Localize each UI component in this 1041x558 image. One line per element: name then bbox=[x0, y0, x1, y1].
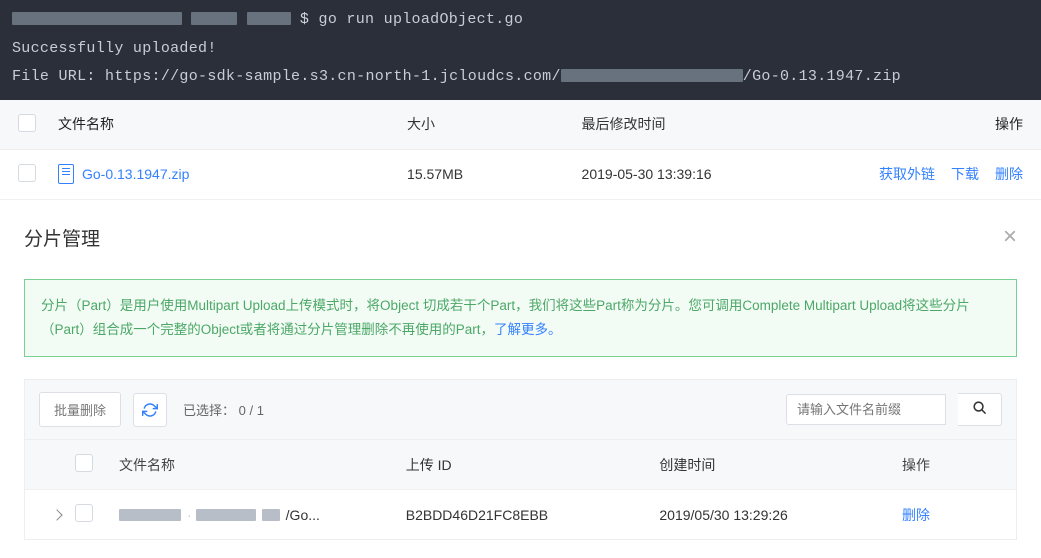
parts-col-act: 操作 bbox=[902, 455, 1002, 475]
file-row: Go-0.13.1947.zip 15.57MB 2019-05-30 13:3… bbox=[0, 150, 1041, 200]
parts-delete-link[interactable]: 删除 bbox=[902, 507, 930, 523]
close-icon[interactable]: × bbox=[1003, 225, 1017, 249]
file-table-header: 文件名称 大小 最后修改时间 操作 bbox=[0, 100, 1041, 150]
search-input[interactable] bbox=[786, 394, 946, 425]
parts-col-name: 文件名称 bbox=[119, 455, 406, 475]
multipart-panel: 分片管理 × 分片（Part）是用户使用Multipart Upload上传模式… bbox=[0, 200, 1041, 553]
parts-create-time: 2019/05/30 13:29:26 bbox=[659, 507, 902, 523]
action-delete[interactable]: 删除 bbox=[995, 164, 1023, 184]
parts-toolbar: 批量删除 已选择： 0 / 1 bbox=[25, 380, 1016, 439]
parts-section: 批量删除 已选择： 0 / 1 文件名称 上传 ID 创建时间 操作 bbox=[24, 379, 1017, 540]
parts-row: ·/Go... B2BDD46D21FC8EBB 2019/05/30 13:2… bbox=[25, 489, 1016, 539]
terminal-line-1: Successfully uploaded! bbox=[12, 35, 1029, 64]
file-icon bbox=[58, 164, 74, 184]
action-get-link[interactable]: 获取外链 bbox=[879, 164, 935, 184]
expand-chevron-icon[interactable] bbox=[51, 509, 62, 520]
file-size: 15.57MB bbox=[407, 166, 582, 182]
col-header-name: 文件名称 bbox=[58, 114, 407, 134]
terminal-line-cmd: $ go run uploadObject.go bbox=[12, 6, 1029, 35]
terminal-command: go run uploadObject.go bbox=[319, 11, 524, 28]
select-all-checkbox[interactable] bbox=[18, 114, 36, 132]
parts-row-checkbox[interactable] bbox=[75, 504, 93, 522]
refresh-button[interactable] bbox=[133, 393, 167, 427]
parts-upload-id: B2BDD46D21FC8EBB bbox=[406, 507, 660, 523]
action-download[interactable]: 下载 bbox=[951, 164, 979, 184]
learn-more-link[interactable]: 了解更多。 bbox=[494, 322, 562, 337]
row-checkbox[interactable] bbox=[18, 164, 36, 182]
col-header-act: 操作 bbox=[853, 114, 1023, 134]
terminal-line-2: File URL: https://go-sdk-sample.s3.cn-no… bbox=[12, 63, 1029, 92]
search-button[interactable] bbox=[958, 393, 1002, 426]
search-icon bbox=[972, 400, 987, 415]
refresh-icon bbox=[142, 402, 158, 418]
file-name-link[interactable]: Go-0.13.1947.zip bbox=[82, 166, 189, 182]
col-header-time: 最后修改时间 bbox=[582, 114, 853, 134]
file-mtime: 2019-05-30 13:39:16 bbox=[582, 166, 853, 182]
terminal-output: $ go run uploadObject.go Successfully up… bbox=[0, 0, 1041, 100]
batch-delete-button[interactable]: 批量删除 bbox=[39, 392, 121, 427]
parts-col-id: 上传 ID bbox=[406, 455, 660, 475]
parts-table-header: 文件名称 上传 ID 创建时间 操作 bbox=[25, 439, 1016, 489]
parts-file-name: ·/Go... bbox=[119, 507, 406, 523]
panel-title: 分片管理 bbox=[24, 224, 100, 251]
selected-label: 已选择： 0 / 1 bbox=[183, 400, 264, 419]
col-header-size: 大小 bbox=[407, 114, 582, 134]
parts-select-all-checkbox[interactable] bbox=[75, 454, 93, 472]
parts-col-time: 创建时间 bbox=[659, 455, 902, 475]
info-alert: 分片（Part）是用户使用Multipart Upload上传模式时，将Obje… bbox=[24, 279, 1017, 358]
